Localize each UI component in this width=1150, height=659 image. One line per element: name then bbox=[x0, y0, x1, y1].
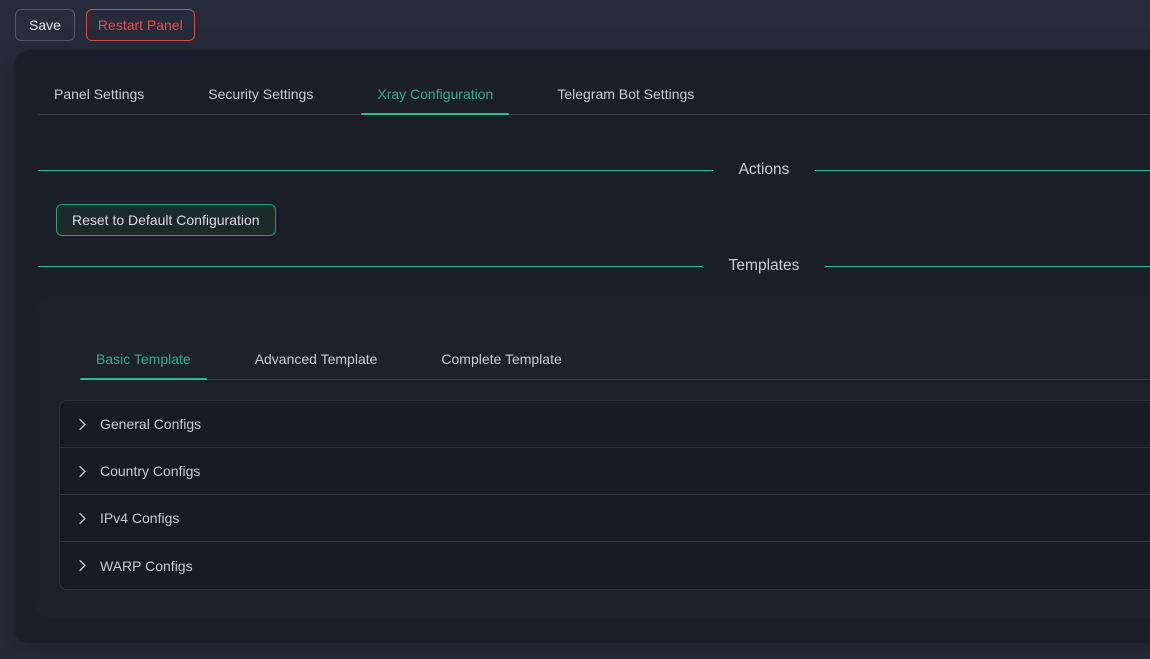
reset-to-default-button[interactable]: Reset to Default Configuration bbox=[56, 204, 276, 236]
templates-divider: Templates bbox=[38, 254, 1150, 278]
chevron-right-icon bbox=[76, 418, 89, 431]
collapse-header-label: WARP Configs bbox=[100, 558, 193, 574]
actions-divider-title: Actions bbox=[713, 158, 816, 182]
restart-panel-button[interactable]: Restart Panel bbox=[86, 9, 195, 41]
tab-complete-template[interactable]: Complete Template bbox=[425, 342, 577, 379]
chevron-right-icon bbox=[76, 559, 89, 572]
collapse-header-label: Country Configs bbox=[100, 463, 200, 479]
tab-security-settings[interactable]: Security Settings bbox=[192, 74, 329, 114]
divider-line bbox=[38, 266, 703, 267]
config-collapse-list: General Configs Country Configs IPv4 Con… bbox=[59, 400, 1150, 590]
templates-card: Basic Template Advanced Template Complet… bbox=[35, 296, 1150, 618]
collapse-ipv4-configs[interactable]: IPv4 Configs bbox=[60, 495, 1150, 542]
tab-advanced-template[interactable]: Advanced Template bbox=[239, 342, 394, 379]
chevron-right-icon bbox=[76, 512, 89, 525]
divider-line bbox=[815, 170, 1150, 171]
divider-line bbox=[38, 170, 713, 171]
tab-xray-configuration[interactable]: Xray Configuration bbox=[361, 74, 509, 114]
template-tabs: Basic Template Advanced Template Complet… bbox=[80, 342, 1150, 380]
tab-panel-settings[interactable]: Panel Settings bbox=[38, 74, 160, 114]
divider-line bbox=[825, 266, 1150, 267]
settings-tabs: Panel Settings Security Settings Xray Co… bbox=[38, 74, 1150, 115]
actions-divider: Actions bbox=[38, 158, 1150, 182]
chevron-right-icon bbox=[76, 465, 89, 478]
collapse-country-configs[interactable]: Country Configs bbox=[60, 448, 1150, 495]
collapse-warp-configs[interactable]: WARP Configs bbox=[60, 542, 1150, 589]
collapse-header-label: General Configs bbox=[100, 416, 201, 432]
collapse-header-label: IPv4 Configs bbox=[100, 510, 179, 526]
save-button[interactable]: Save bbox=[15, 9, 75, 41]
settings-card: Panel Settings Security Settings Xray Co… bbox=[14, 50, 1150, 643]
templates-divider-title: Templates bbox=[703, 254, 826, 278]
collapse-general-configs[interactable]: General Configs bbox=[60, 401, 1150, 448]
tab-basic-template[interactable]: Basic Template bbox=[80, 342, 207, 379]
tab-telegram-bot-settings[interactable]: Telegram Bot Settings bbox=[541, 74, 710, 114]
topbar: Save Restart Panel bbox=[0, 0, 1150, 50]
